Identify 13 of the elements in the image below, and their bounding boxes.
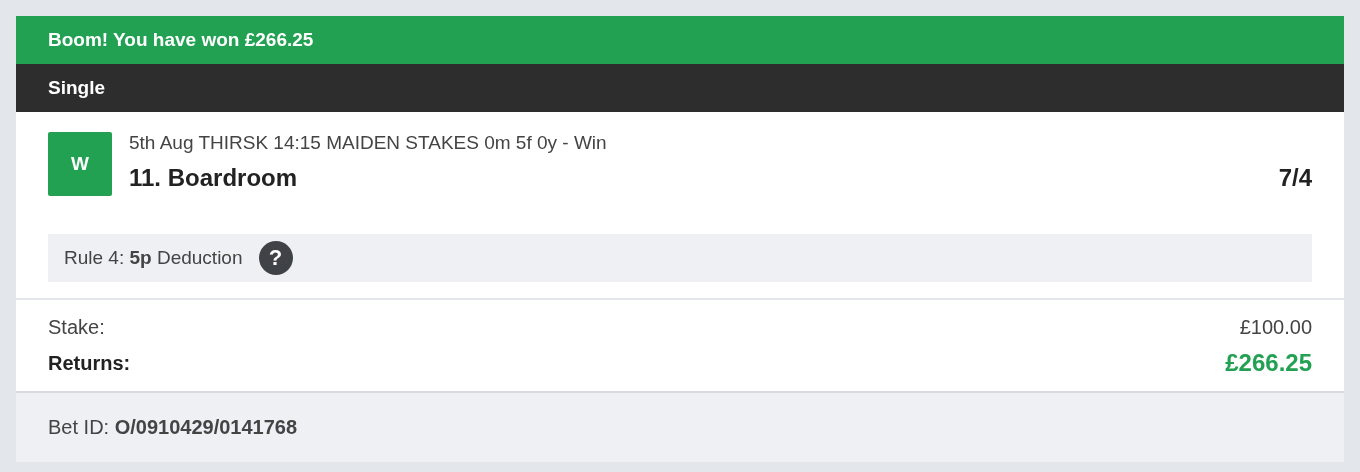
rule4-text: Rule 4: 5p Deduction bbox=[64, 247, 243, 269]
win-banner: Boom! You have won £266.25 bbox=[16, 16, 1344, 64]
total-label: Returns: bbox=[48, 351, 131, 375]
bet-id: Bet ID: O/0910429/0141768 bbox=[48, 416, 298, 439]
total-label: Stake: bbox=[48, 316, 105, 339]
help-icon[interactable]: ? bbox=[258, 241, 293, 275]
event-title: 5th Aug THIRSK 14:15 MAIDEN STAKES 0m 5f 0y - Win bbox=[129, 132, 607, 154]
selection-name: 11. Boardroom bbox=[129, 164, 298, 192]
total-value: £266.25 bbox=[1225, 349, 1312, 377]
odds: 7/4 bbox=[1278, 164, 1312, 192]
total-value: £100.00 bbox=[1239, 316, 1312, 339]
result-badge: W bbox=[48, 132, 112, 196]
bet-type-bar: Single bbox=[16, 64, 1344, 112]
